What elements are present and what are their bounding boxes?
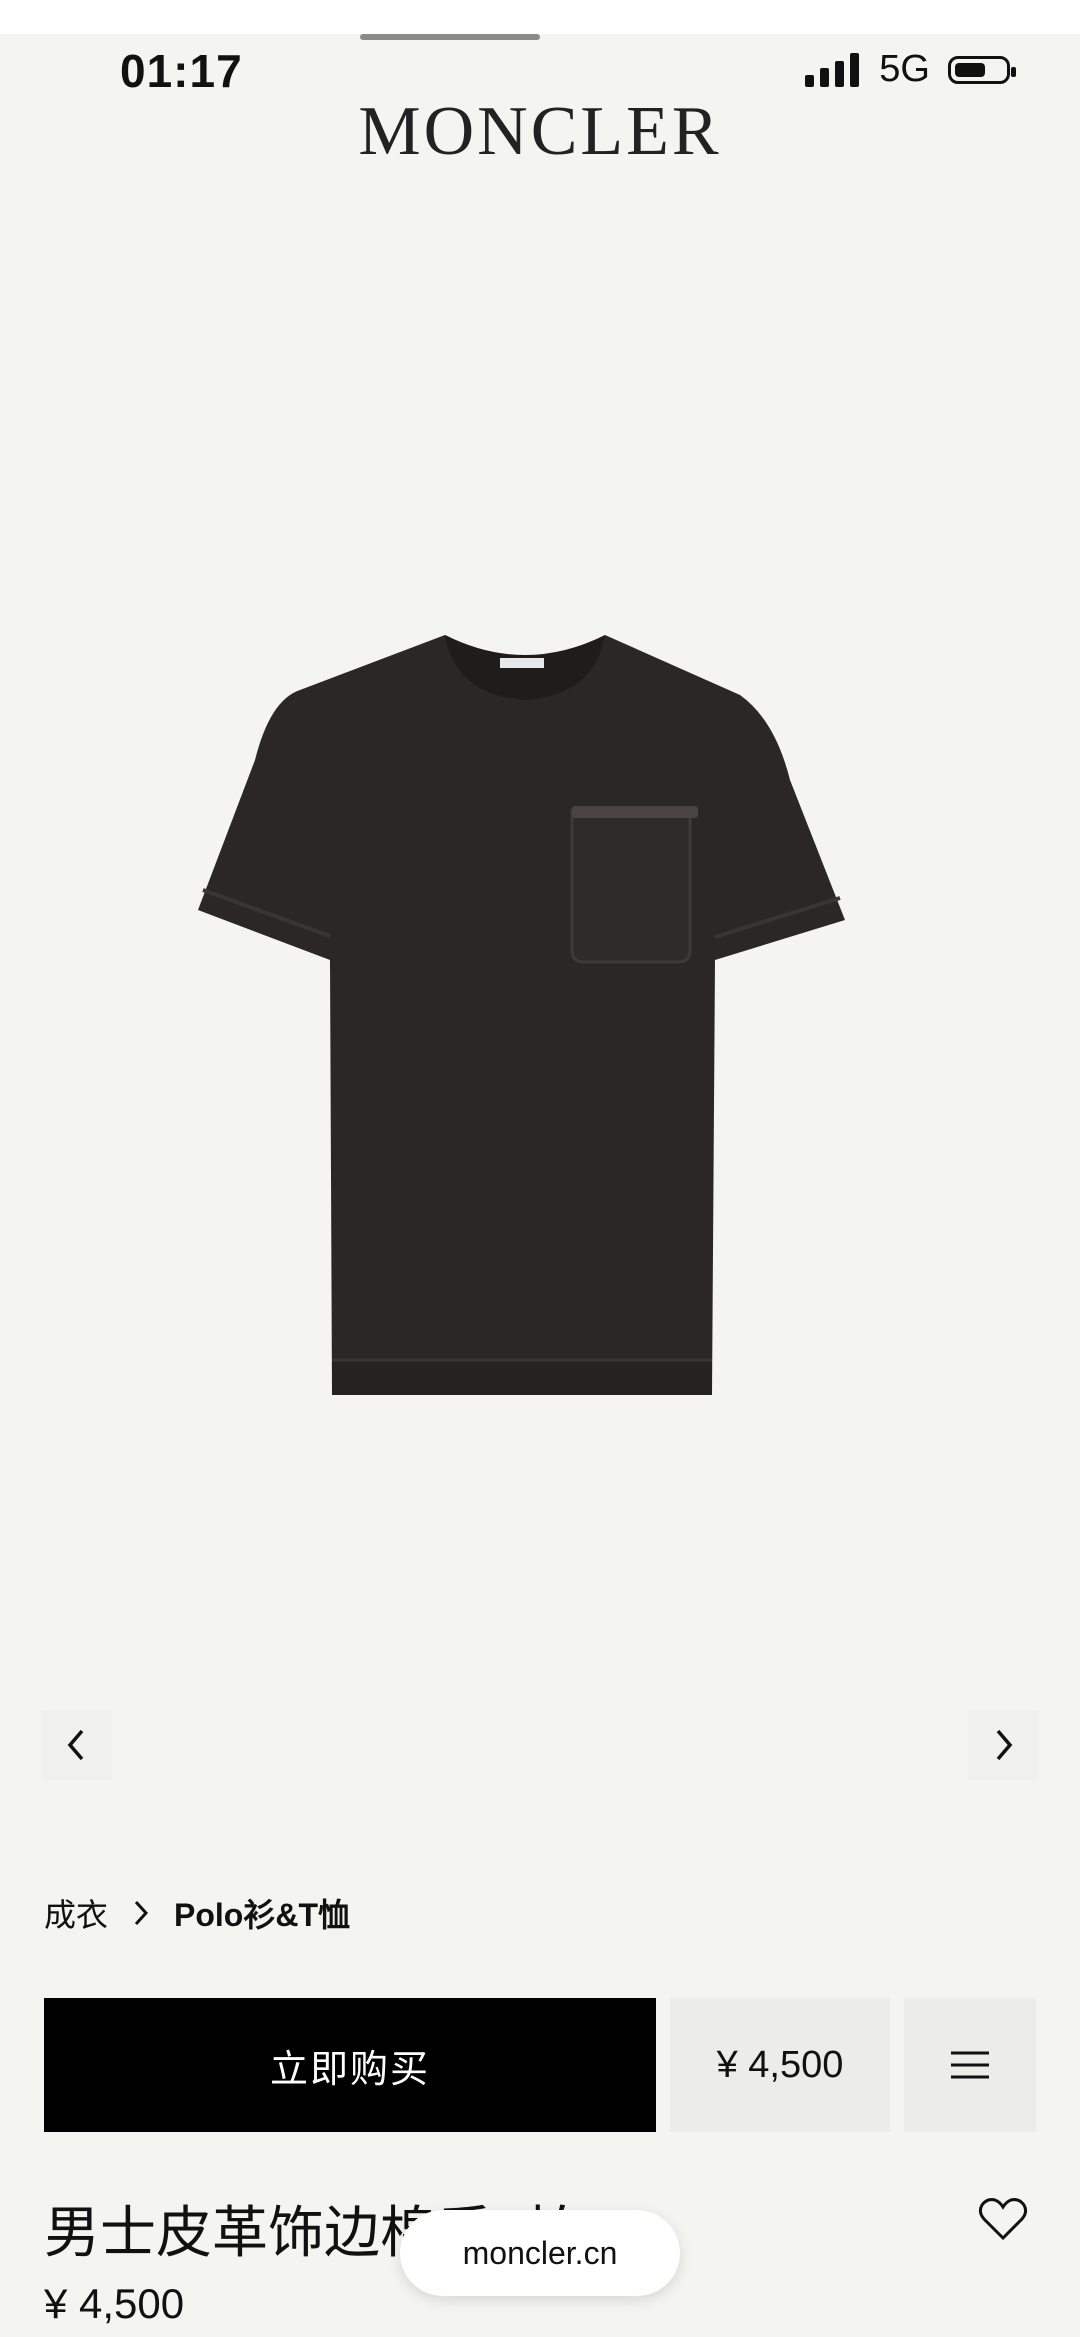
- chevron-left-icon: [67, 1729, 84, 1761]
- product-gallery[interactable]: [0, 180, 1080, 1840]
- purchase-actions: 立即购买 ¥ 4,500: [44, 1998, 1036, 2132]
- menu-button[interactable]: [904, 1998, 1036, 2132]
- status-time: 01:17: [120, 45, 243, 97]
- chevron-right-icon: [996, 1729, 1013, 1761]
- heart-icon: [978, 2198, 1028, 2241]
- gallery-prev-button[interactable]: [42, 1710, 112, 1780]
- menu-icon: [951, 2051, 989, 2079]
- product-image: [198, 635, 845, 1395]
- wishlist-button[interactable]: [978, 2196, 1028, 2247]
- browser-address-pill[interactable]: moncler.cn: [400, 2210, 680, 2296]
- breadcrumb-separator: [130, 1898, 152, 1928]
- breadcrumb-parent[interactable]: 成衣: [44, 1890, 108, 1936]
- signal-icon: [805, 52, 860, 87]
- battery-icon: [948, 55, 1016, 84]
- breadcrumb: 成衣 Polo衫&T恤: [44, 1890, 350, 1936]
- chevron-right-icon: [134, 1900, 149, 1926]
- network-type: 5G: [879, 48, 930, 90]
- buy-now-button[interactable]: 立即购买: [44, 1998, 656, 2132]
- price-button[interactable]: ¥ 4,500: [670, 1998, 890, 2132]
- sheet-grabber[interactable]: [360, 34, 540, 40]
- breadcrumb-current[interactable]: Polo衫&T恤: [174, 1890, 350, 1936]
- gallery-next-button[interactable]: [968, 1710, 1038, 1780]
- product-price: ¥ 4,500: [44, 2280, 185, 2327]
- top-strip: [0, 0, 1080, 34]
- brand-logo[interactable]: MONCLER: [0, 92, 1080, 172]
- status-icons: 5G: [805, 48, 1016, 91]
